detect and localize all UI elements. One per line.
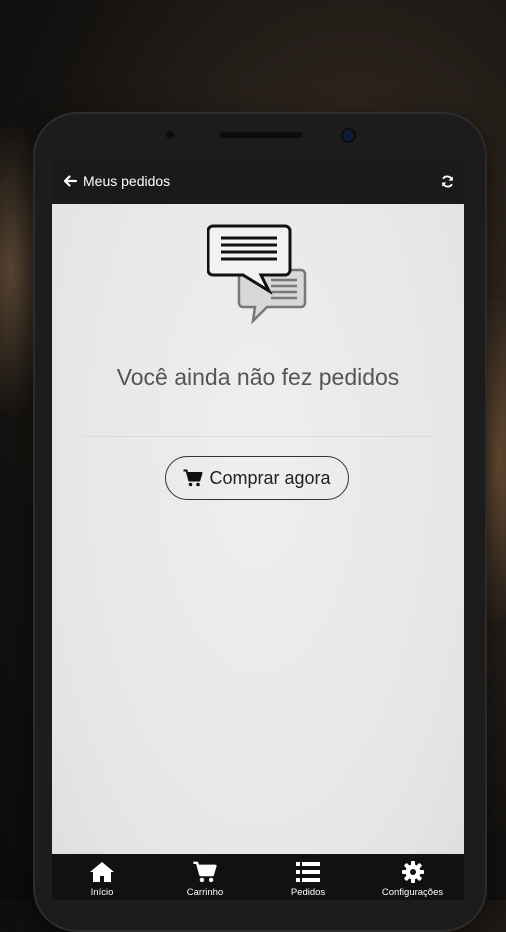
nav-label-cart: Carrinho (186, 887, 224, 898)
nav-label-orders: Pedidos (290, 887, 326, 898)
bottom-navigation: Início Carrinho Pedidos Configurações (52, 854, 464, 900)
nav-item-settings[interactable]: Configurações (361, 854, 464, 900)
front-sensor (166, 131, 174, 139)
divider (82, 436, 434, 437)
earpiece-speaker (219, 132, 303, 138)
refresh-icon[interactable] (440, 174, 455, 189)
list-icon (296, 862, 320, 882)
app-screen: Meus pedidos Você ainda não fez pedidos (52, 160, 464, 900)
arrow-left-icon[interactable] (62, 173, 78, 189)
app-bar: Meus pedidos (52, 160, 464, 204)
nav-item-orders[interactable]: Pedidos (258, 854, 358, 900)
cart-icon (183, 469, 203, 487)
chat-bubbles-icon (207, 224, 307, 325)
nav-label-home: Início (90, 887, 114, 898)
nav-item-home[interactable]: Início (52, 854, 152, 900)
front-camera (343, 130, 354, 141)
cart-icon (193, 861, 217, 883)
empty-state-message: Você ainda não fez pedidos (116, 364, 400, 390)
phone-frame: Meus pedidos Você ainda não fez pedidos (33, 112, 487, 932)
nav-label-settings: Configurações (381, 887, 444, 898)
buy-now-button[interactable]: Comprar agora (165, 456, 349, 500)
gear-icon (401, 861, 424, 883)
nav-item-cart[interactable]: Carrinho (155, 854, 255, 900)
home-icon (90, 862, 114, 882)
buy-now-label: Comprar agora (209, 467, 331, 488)
page-title: Meus pedidos (83, 173, 171, 189)
